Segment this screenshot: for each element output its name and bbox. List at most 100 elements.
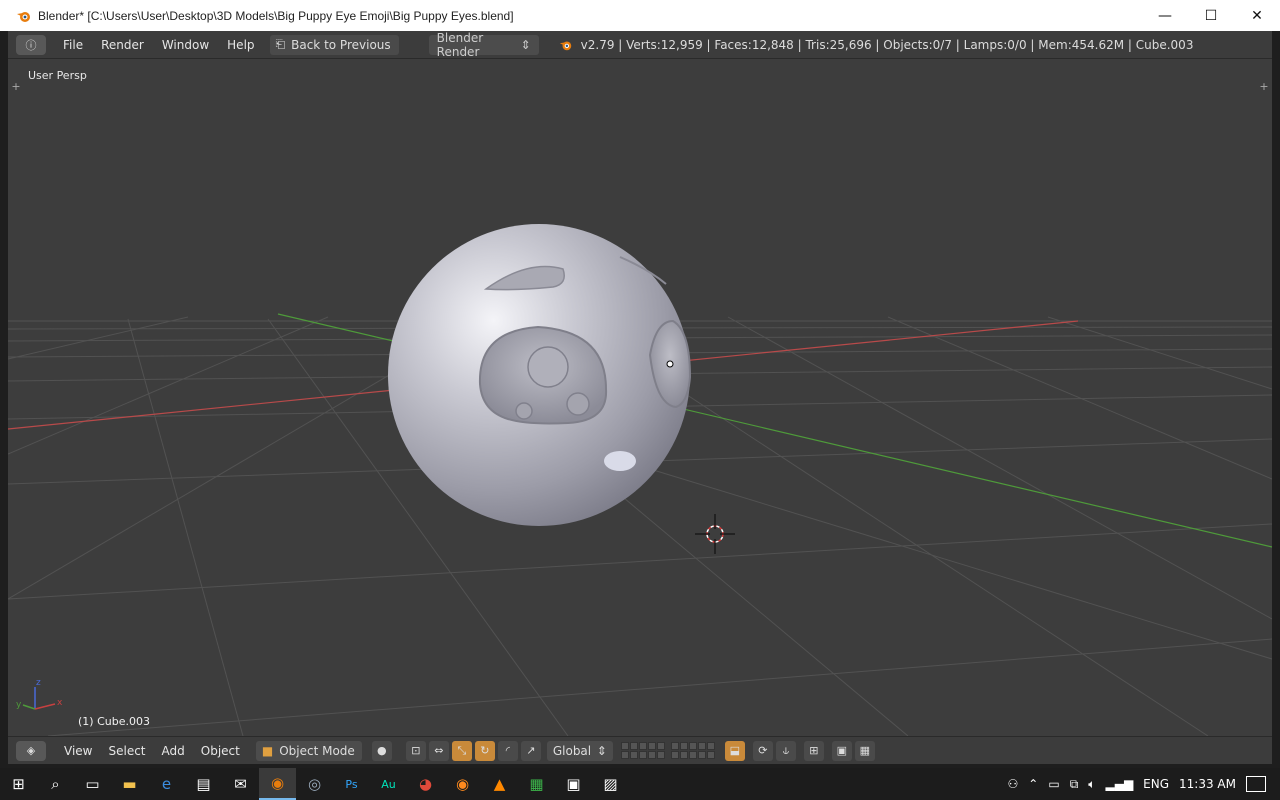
chrome-button[interactable]: ◕ [407, 768, 444, 800]
store-button[interactable]: ▤ [185, 768, 222, 800]
svg-text:x: x [57, 698, 63, 708]
blender-logo-icon: ◉ [270, 774, 285, 792]
3d-viewport[interactable]: z y x + + User Persp (1) Cube.003 [8, 59, 1272, 736]
lock-camera-button[interactable]: ⬓ [724, 740, 745, 761]
start-button[interactable]: ⊞ [0, 768, 37, 800]
clapper-icon: ▦ [859, 744, 871, 757]
app-green-button[interactable]: ▦ [518, 768, 555, 800]
windows-logo-icon: ⊞ [12, 775, 25, 793]
battery-icon[interactable]: ▭ [1048, 777, 1059, 791]
vlc-button[interactable]: ▲ [481, 768, 518, 800]
menu-help[interactable]: Help [218, 38, 263, 52]
rotate-tool-button[interactable]: ↻ [474, 740, 495, 761]
render-engine-select[interactable]: Blender Render ⇕ [428, 31, 539, 59]
translate-tool-button[interactable]: ⤡ [451, 740, 472, 761]
window-titlebar: Blender* [C:\Users\User\Desktop\3D Model… [0, 0, 1280, 31]
object-mode-icon: ■ [261, 743, 274, 758]
firefox-icon: ◉ [455, 775, 470, 793]
back-to-previous-label: Back to Previous [291, 37, 391, 52]
edge-icon: e [161, 775, 172, 793]
menu-object[interactable]: Object [193, 744, 248, 758]
editor-type-button[interactable]: ⓘ [16, 34, 46, 55]
notifications-icon[interactable] [1246, 776, 1266, 792]
volume-icon[interactable]: 🔈︎ [1088, 777, 1095, 792]
mail-button[interactable]: ✉ [222, 768, 259, 800]
photoshop-button[interactable]: Ps [333, 768, 370, 800]
scale-tool-button[interactable]: ◜ [497, 740, 518, 761]
arc-icon: ◜ [505, 744, 510, 757]
cube-editor-icon: ◈ [26, 744, 36, 757]
interaction-mode-select[interactable]: ■ Object Mode [255, 740, 362, 761]
view-editor-type-button[interactable]: ◈ [16, 740, 46, 761]
3d-cursor-icon [695, 514, 735, 554]
rotate-icon: ↻ [480, 744, 490, 757]
info-header: ⓘ File Render Window Help ⎗ Back to Prev… [8, 31, 1272, 59]
proportional-edit-button[interactable]: ⟳ [752, 740, 773, 761]
render-animation-button[interactable]: ▦ [854, 740, 875, 761]
clock[interactable]: 11:33 AM [1179, 777, 1236, 791]
blender-taskbar-button[interactable]: ◉ [259, 768, 296, 800]
chevron-up-icon[interactable]: ⌃ [1028, 777, 1038, 791]
menu-window[interactable]: Window [153, 38, 218, 52]
proportional-icon: ⟳ [758, 744, 768, 757]
lock-icon: ⬓ [729, 744, 741, 757]
signal-icon[interactable]: ▂▄▆ [1105, 777, 1133, 791]
menu-view[interactable]: View [56, 744, 100, 758]
layer-grid-a[interactable] [620, 742, 665, 759]
snap-target-button[interactable]: ⊞ [803, 740, 824, 761]
spreadsheet-icon: ▦ [529, 775, 544, 793]
render-image-button[interactable]: ▣ [831, 740, 852, 761]
photos-button[interactable]: ▨ [592, 768, 629, 800]
menu-add[interactable]: Add [154, 744, 193, 758]
mail-icon: ✉ [234, 775, 247, 793]
cinema4d-button[interactable]: ◎ [296, 768, 333, 800]
properties-toggle-icon[interactable]: + [1258, 81, 1270, 93]
orientation-value: Global [552, 743, 592, 758]
menu-select[interactable]: Select [100, 744, 153, 758]
viewport-shading-button[interactable]: ● [371, 740, 392, 761]
people-icon[interactable]: ⚇ [1008, 777, 1019, 791]
svg-text:y: y [16, 700, 22, 710]
app-network-button[interactable]: ▣ [555, 768, 592, 800]
manipulator-icon: ⇔ [434, 744, 444, 757]
3d-view-header: ◈ View Select Add Object ■ Object Mode ●… [8, 736, 1272, 764]
firefox-button[interactable]: ◉ [444, 768, 481, 800]
menu-render[interactable]: Render [92, 38, 153, 52]
manipulator-toggle-button[interactable]: ⇔ [428, 740, 449, 761]
solid-shading-icon: ● [377, 744, 387, 757]
maximize-button[interactable]: ☐ [1188, 0, 1234, 31]
folder-icon: ▬ [122, 775, 137, 793]
transform-orientation-select[interactable]: Global ⇕ [546, 740, 613, 761]
blender-logo-icon [17, 11, 30, 22]
pivot-point-button[interactable]: ⊡ [405, 740, 426, 761]
file-explorer-button[interactable]: ▬ [111, 768, 148, 800]
layer-grid-b[interactable] [670, 742, 715, 759]
snap-icon: ⫝ [782, 743, 790, 757]
photoshop-icon: Ps [345, 777, 358, 791]
view-perspective-label: User Persp [28, 69, 87, 82]
edge-button[interactable]: e [148, 768, 185, 800]
vlc-icon: ▲ [493, 775, 506, 793]
back-to-previous-button[interactable]: ⎗ Back to Previous [269, 34, 399, 55]
minimize-button[interactable]: — [1142, 0, 1188, 31]
task-view-button[interactable]: ▭ [74, 768, 111, 800]
menu-file[interactable]: File [54, 38, 92, 52]
arrow-tool-button[interactable]: ↗ [520, 740, 541, 761]
cinema4d-icon: ◎ [307, 775, 322, 793]
store-icon: ▤ [196, 775, 211, 793]
close-button[interactable]: ✕ [1234, 0, 1280, 31]
network-icon[interactable]: ⧉ [1070, 777, 1079, 792]
toolshelf-toggle-icon[interactable]: + [10, 81, 22, 93]
language-indicator[interactable]: ENG [1143, 777, 1169, 791]
snap-button[interactable]: ⫝ [775, 740, 796, 761]
network-drive-icon: ▣ [566, 775, 581, 793]
active-object-label: (1) Cube.003 [78, 715, 150, 728]
back-icon: ⎗ [275, 37, 286, 51]
pivot-icon: ⊡ [411, 744, 421, 757]
blender-logo-icon [559, 41, 571, 50]
search-button[interactable]: ⌕ [37, 768, 74, 800]
scene-stats: v2.79 | Verts:12,959 | Faces:12,848 | Tr… [559, 38, 1193, 52]
audition-button[interactable]: Au [370, 768, 407, 800]
axis-gizmo-icon: z y x [16, 678, 63, 710]
mouse-pointer-dot [666, 360, 674, 368]
